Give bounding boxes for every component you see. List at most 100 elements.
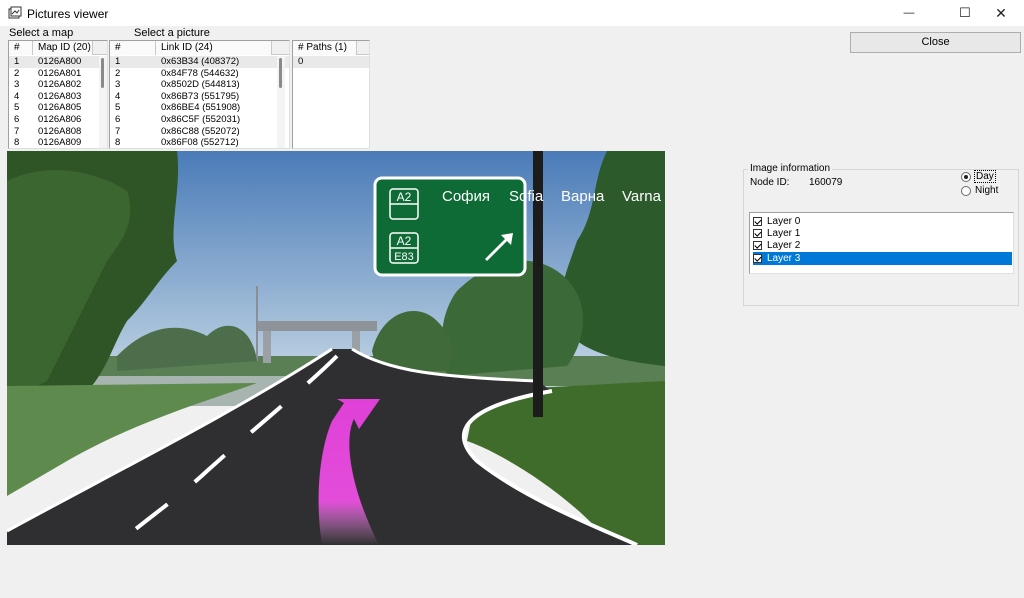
list-cell: 7 bbox=[14, 125, 20, 137]
day-radio-option[interactable]: Day bbox=[961, 170, 996, 183]
list-item[interactable]: 2 0126A801 bbox=[9, 68, 107, 80]
list-item[interactable]: 1 0126A800 bbox=[9, 56, 107, 68]
night-radio-option[interactable]: Night bbox=[961, 185, 998, 196]
link-col-id[interactable]: Link ID (24) bbox=[156, 41, 272, 55]
day-radio[interactable] bbox=[961, 171, 971, 182]
layer-item[interactable]: Layer 2 bbox=[753, 240, 1012, 252]
list-cell: 0x86C5F (552031) bbox=[161, 113, 241, 125]
night-radio[interactable] bbox=[961, 185, 971, 196]
list-cell: 8 bbox=[115, 137, 121, 149]
scroll-thumb[interactable] bbox=[279, 58, 282, 88]
list-cell: 7 bbox=[115, 125, 121, 137]
map-rows: 1 0126A800 2 0126A801 3 0126A802 4 0126A803 5 012… bbox=[9, 56, 107, 149]
map-col-index[interactable]: # bbox=[9, 41, 33, 55]
map-list-scrollbar[interactable] bbox=[99, 56, 107, 148]
link-list-scrollbar[interactable] bbox=[277, 56, 285, 148]
list-cell: 4 bbox=[115, 90, 121, 102]
list-cell: 0x86C88 (552072) bbox=[161, 125, 240, 137]
minimize-button[interactable]: — bbox=[886, 0, 932, 26]
layer-item[interactable]: Layer 3 bbox=[753, 252, 1012, 265]
layer-checkbox[interactable] bbox=[753, 229, 762, 239]
map-list-header: # Map ID (20) bbox=[9, 41, 107, 55]
map-list[interactable]: # Map ID (20) 1 0126A800 2 0126A801 3 0126A80… bbox=[8, 40, 108, 149]
destination-1: София bbox=[442, 188, 490, 205]
list-cell: 0126A801 bbox=[38, 67, 82, 79]
list-cell: 6 bbox=[14, 113, 20, 125]
list-cell: 1 bbox=[115, 56, 121, 67]
layer-label: Layer 2 bbox=[767, 240, 801, 252]
overpass-pillar-left bbox=[263, 331, 271, 363]
node-id-label: Node ID: bbox=[750, 177, 790, 188]
list-cell: 0x86F08 (552712) bbox=[161, 137, 239, 149]
window-title: Pictures viewer bbox=[27, 7, 109, 21]
list-item[interactable]: 0 bbox=[293, 56, 369, 68]
node-id-value: 160079 bbox=[809, 177, 843, 188]
list-item[interactable]: 4 0x86B73 (551795) bbox=[110, 91, 289, 103]
link-col-index[interactable]: # bbox=[110, 41, 156, 55]
list-cell: 2 bbox=[115, 67, 121, 79]
list-cell: 0x8502D (544813) bbox=[161, 79, 240, 91]
layer-label: Layer 3 bbox=[767, 252, 801, 264]
list-item[interactable]: 6 0126A806 bbox=[9, 114, 107, 126]
scroll-thumb[interactable] bbox=[101, 58, 104, 88]
list-cell: 0x86B73 (551795) bbox=[161, 90, 240, 102]
layer-checkbox[interactable] bbox=[753, 253, 762, 263]
list-cell: 0126A806 bbox=[38, 113, 82, 125]
list-cell: 0126A800 bbox=[38, 56, 82, 67]
layer-checklist[interactable]: Layer 0 Layer 1 Layer 2 Layer 3 bbox=[749, 212, 1014, 274]
path-list[interactable]: # Paths (1) 0 bbox=[292, 40, 370, 149]
list-cell: 8 bbox=[14, 137, 20, 149]
list-cell: 1 bbox=[14, 56, 20, 67]
layer-label: Layer 1 bbox=[767, 228, 801, 240]
link-list-header: # Link ID (24) bbox=[110, 41, 289, 55]
day-radio-label: Day bbox=[974, 170, 996, 183]
list-item[interactable]: 3 0x8502D (544813) bbox=[110, 79, 289, 91]
list-cell: 5 bbox=[14, 102, 20, 114]
title-bar: Pictures viewer — ☐ ✕ bbox=[0, 0, 1024, 26]
list-item[interactable]: 6 0x86C5F (552031) bbox=[110, 114, 289, 126]
night-radio-label: Night bbox=[975, 185, 999, 196]
list-cell: 6 bbox=[115, 113, 121, 125]
list-item[interactable]: 5 0x86BE4 (551908) bbox=[110, 102, 289, 114]
image-information-title: Image information bbox=[748, 163, 833, 174]
list-cell: 3 bbox=[115, 79, 121, 91]
list-cell: 0x84F78 (544632) bbox=[161, 67, 239, 79]
list-cell: 0126A803 bbox=[38, 90, 82, 102]
list-cell: 3 bbox=[14, 79, 20, 91]
layer-item[interactable]: Layer 0 bbox=[753, 215, 1012, 227]
close-button[interactable]: Close bbox=[850, 32, 1021, 53]
list-cell: 2 bbox=[14, 67, 20, 79]
direction-sign: A2 A2 E83 София Sofia bbox=[373, 176, 544, 277]
close-window-button[interactable]: ✕ bbox=[978, 0, 1024, 26]
layer-item[interactable]: Layer 1 bbox=[753, 227, 1012, 239]
list-cell: 0126A808 bbox=[38, 125, 82, 137]
list-item[interactable]: 7 0126A808 bbox=[9, 126, 107, 138]
list-cell: 4 bbox=[14, 90, 20, 102]
list-item[interactable]: 3 0126A802 bbox=[9, 79, 107, 91]
select-picture-label: Select a picture bbox=[134, 27, 210, 39]
select-map-label: Select a map bbox=[9, 27, 74, 39]
list-item[interactable]: 4 0126A803 bbox=[9, 91, 107, 103]
shield-bottom-text-2: E83 bbox=[394, 251, 414, 263]
close-icon: ✕ bbox=[995, 4, 1007, 21]
list-item[interactable]: 7 0x86C88 (552072) bbox=[110, 126, 289, 138]
app-icon bbox=[8, 6, 22, 19]
path-col-count[interactable]: # Paths (1) bbox=[293, 41, 357, 55]
list-cell: 0126A805 bbox=[38, 102, 82, 114]
list-cell: 0x86BE4 (551908) bbox=[161, 102, 241, 114]
maximize-icon: ☐ bbox=[959, 5, 971, 20]
junction-picture: A2 A2 E83 София Sofia Варна Varna bbox=[7, 151, 665, 545]
list-cell: 0x63B34 (408372) bbox=[161, 56, 240, 67]
list-item[interactable]: 1 0x63B34 (408372) bbox=[110, 56, 289, 68]
list-item[interactable]: 5 0126A805 bbox=[9, 102, 107, 114]
layer-label: Layer 0 bbox=[767, 215, 801, 227]
list-item[interactable]: 8 0x86F08 (552712) bbox=[110, 137, 289, 149]
link-list[interactable]: # Link ID (24) 1 0x63B34 (408372) 2 0x84F78… bbox=[109, 40, 290, 149]
layer-checkbox[interactable] bbox=[753, 241, 762, 251]
list-item[interactable]: 2 0x84F78 (544632) bbox=[110, 68, 289, 80]
minimize-icon: — bbox=[903, 7, 915, 19]
map-col-id[interactable]: Map ID (20) bbox=[33, 41, 93, 55]
layer-checkbox[interactable] bbox=[753, 216, 762, 226]
destination-3: Варна bbox=[561, 188, 605, 205]
list-item[interactable]: 8 0126A809 bbox=[9, 137, 107, 149]
